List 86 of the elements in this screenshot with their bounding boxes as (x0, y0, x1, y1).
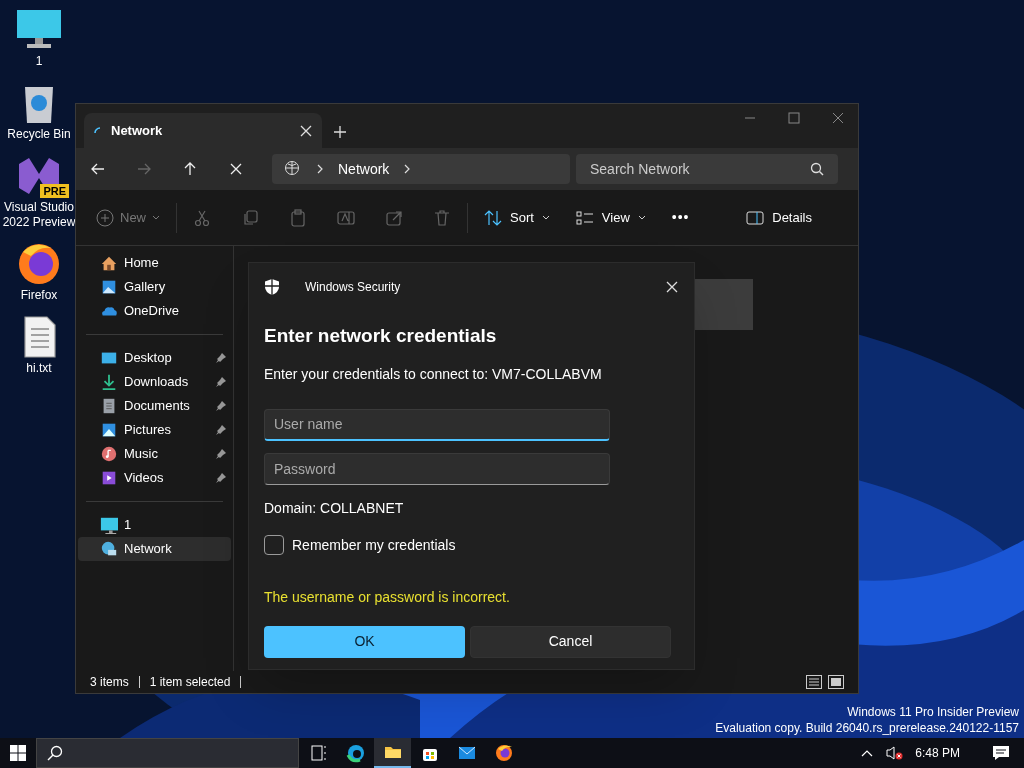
clock[interactable]: 6:48 PM (915, 744, 960, 762)
input-field[interactable]: User name (264, 408, 610, 441)
nav-item[interactable]: 1 (78, 513, 231, 537)
maximize-icon[interactable] (788, 112, 800, 124)
up-arrow-icon[interactable] (182, 161, 198, 177)
network-icon (100, 540, 118, 558)
back-arrow-icon[interactable] (90, 161, 106, 177)
tab-title: Network (111, 121, 164, 140)
badge: PRE (40, 184, 69, 198)
nav-item[interactable]: Gallery (78, 275, 231, 299)
details-view-icon[interactable] (806, 675, 822, 689)
input-field[interactable]: Password (264, 452, 610, 485)
gallery-icon (100, 278, 118, 296)
search-field[interactable]: Search Network (576, 154, 838, 184)
caret-icon (541, 214, 550, 221)
watermark-text: Evaluation copy. Build 26040.rs_prerelease.240122-1157 (715, 720, 1019, 736)
scissors-icon[interactable] (193, 208, 211, 227)
caret-icon (637, 214, 646, 221)
address-bar[interactable]: Network (272, 154, 570, 184)
firefox-icon[interactable] (493, 743, 514, 763)
nav-item[interactable]: Videos (78, 466, 231, 490)
icon-label[interactable]: 1 (35, 54, 43, 69)
notification-icon[interactable] (992, 745, 1010, 761)
sort-icon (484, 208, 502, 227)
dialog-prompt: Enter your credentials to connect to: VM7-COLLABVM (264, 364, 603, 384)
paste-icon[interactable] (289, 208, 307, 227)
chevron-up-icon[interactable] (861, 749, 874, 757)
nav-item[interactable]: Network (78, 537, 231, 561)
ok-button[interactable]: OK (264, 625, 465, 658)
details-button[interactable]: Details (746, 207, 812, 228)
speaker-muted-icon[interactable] (885, 745, 904, 761)
nav-item[interactable]: OneDrive (78, 299, 231, 323)
plus-circle-icon (96, 208, 114, 227)
close-icon[interactable] (228, 161, 244, 177)
windows-logo-icon[interactable] (10, 745, 26, 761)
nav-item[interactable]: Music (78, 442, 231, 466)
caret-icon (152, 214, 160, 221)
search-placeholder: Search Network (590, 159, 691, 179)
error-message: The username or password is incorrect. (264, 587, 511, 607)
globe-icon (284, 160, 302, 178)
icon-label[interactable]: Recycle Bin (7, 127, 71, 142)
house-icon (100, 254, 118, 272)
search-icon (810, 162, 824, 176)
monitor-icon (100, 516, 118, 534)
checkbox[interactable] (264, 535, 284, 555)
status-text: 1 item selected (149, 674, 231, 691)
list-view-icon (575, 208, 594, 227)
nav-item[interactable]: Downloads (78, 370, 231, 394)
download-icon (100, 373, 118, 391)
details-pane-icon (746, 209, 765, 226)
task-view-icon[interactable] (308, 743, 329, 763)
watermark-text: Windows 11 Pro Insider Preview (847, 704, 1019, 720)
checkbox-label: Remember my credentials (292, 535, 456, 555)
icon-label[interactable]: Firefox (20, 288, 58, 303)
cancel-button[interactable]: Cancel (470, 625, 671, 658)
nav-item[interactable]: Pictures (78, 418, 231, 442)
plus-icon[interactable] (334, 126, 346, 138)
nav-item[interactable]: Home (78, 251, 231, 275)
icon-label[interactable]: Visual Studio 2022 Preview (1, 200, 77, 230)
edge-icon[interactable] (345, 743, 366, 763)
dialog-heading: Enter network credentials (264, 324, 498, 348)
view-button[interactable]: View (575, 207, 646, 228)
rename-icon[interactable] (337, 208, 355, 227)
icon-label[interactable]: hi.txt (26, 361, 52, 376)
tiles-view-icon[interactable] (828, 675, 844, 689)
tab[interactable]: Network (84, 113, 322, 148)
picture-icon (100, 421, 118, 439)
new-button[interactable]: New (96, 207, 160, 228)
video-icon (100, 469, 118, 487)
search-icon (47, 745, 63, 761)
shield-icon (263, 278, 281, 296)
nav-item[interactable]: Desktop (78, 346, 231, 370)
music-icon (100, 445, 118, 463)
chevron-icon (403, 164, 412, 174)
chevron-icon (316, 164, 324, 174)
share-icon[interactable] (385, 208, 403, 227)
dialog-title: Windows Security (305, 279, 402, 296)
breadcrumb[interactable]: Network (338, 158, 390, 180)
status-text: 3 items (90, 674, 129, 691)
nav-item[interactable]: Documents (78, 394, 231, 418)
sort-button[interactable]: Sort (484, 207, 550, 228)
domain-text: Domain: COLLABNET (264, 498, 405, 518)
tile (695, 279, 753, 330)
more-button[interactable]: ••• (671, 207, 690, 228)
forward-arrow-icon[interactable] (136, 161, 152, 177)
trash-icon[interactable] (433, 208, 451, 227)
